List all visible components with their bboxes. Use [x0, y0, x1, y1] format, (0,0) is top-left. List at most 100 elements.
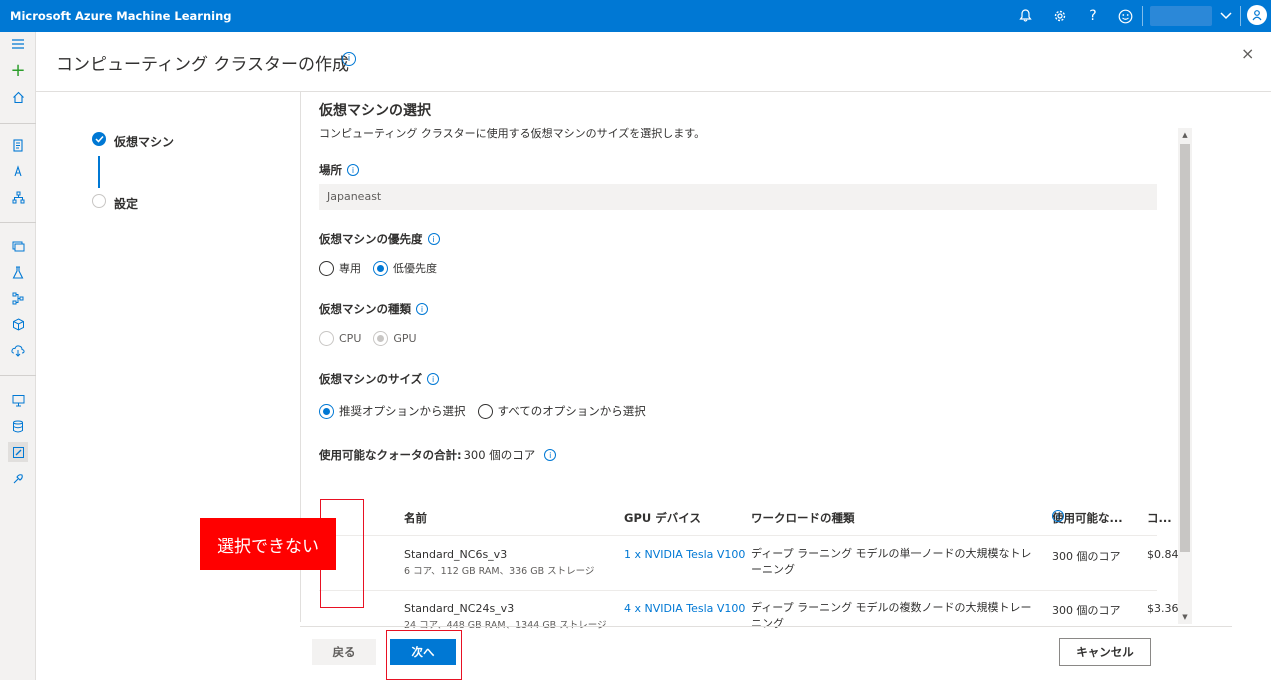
- endpoints-icon[interactable]: [8, 340, 28, 360]
- bell-icon[interactable]: [1015, 6, 1035, 26]
- radio-gpu-label[interactable]: GPU: [393, 332, 416, 345]
- quota-label-text: 使用可能なクォータの合計:: [319, 448, 462, 462]
- plus-icon[interactable]: +: [8, 60, 28, 81]
- step-settings-label[interactable]: 設定: [114, 195, 138, 212]
- annotation-callout: 選択できない: [200, 518, 336, 570]
- create-compute-panel: コンピューティング クラスターの作成 i × 仮想マシン 設定 仮想マシンの選択…: [36, 32, 1271, 680]
- app-title: Microsoft Azure Machine Learning: [10, 9, 232, 23]
- radio-all-options-label[interactable]: すべてのオプションから選択: [498, 403, 646, 419]
- top-bar: Microsoft Azure Machine Learning ?: [0, 0, 1271, 32]
- info-icon[interactable]: i: [427, 233, 440, 245]
- user-avatar-icon[interactable]: [1247, 5, 1267, 25]
- page-title: コンピューティング クラスターの作成: [56, 55, 350, 75]
- vm-type-label: 仮想マシンの種類 i: [319, 301, 428, 317]
- workload-type: ディープ ラーニング モデルの単一ノードの大規模なトレーニング: [751, 547, 1032, 576]
- radio-low-priority[interactable]: [373, 260, 388, 276]
- workload-type: ディープ ラーニング モデルの複数ノードの大規模トレーニング: [751, 601, 1032, 630]
- radio-cpu-label[interactable]: CPU: [339, 332, 361, 345]
- quota-value: 300 個のコア: [463, 448, 536, 462]
- pipelines-icon[interactable]: [8, 288, 28, 308]
- col-gpu-header[interactable]: GPU デバイス: [624, 510, 701, 526]
- col-workload-header[interactable]: ワークロードの種類: [751, 510, 855, 526]
- info-icon[interactable]: i: [347, 164, 359, 176]
- data-labeling-icon[interactable]: [8, 442, 28, 462]
- models-icon[interactable]: [8, 314, 28, 334]
- linked-services-icon[interactable]: [8, 468, 28, 488]
- compute-icon[interactable]: [8, 390, 28, 410]
- vm-table-header: 名前 ↑ GPU デバイス ワークロードの種類 使用可能な... i コ...: [319, 510, 1172, 536]
- annotation-next-box: [386, 630, 462, 680]
- hamburger-icon[interactable]: [8, 34, 28, 54]
- priority-radio-group: 専用 低優先度: [319, 260, 449, 276]
- notebook-icon[interactable]: [8, 135, 28, 155]
- checkmark-icon: [92, 132, 106, 146]
- smiley-icon[interactable]: [1115, 6, 1135, 26]
- home-icon[interactable]: [8, 87, 28, 107]
- footer-divider: [300, 626, 1232, 627]
- nav-divider: [0, 123, 36, 124]
- designer-icon[interactable]: [8, 187, 28, 207]
- vm-specs: 24 コア、448 GB RAM、1344 GB ストレージ: [404, 617, 607, 631]
- divider: [1142, 6, 1143, 26]
- help-icon[interactable]: ?: [1083, 6, 1103, 26]
- radio-dedicated[interactable]: [319, 260, 334, 276]
- info-icon[interactable]: i: [416, 303, 428, 315]
- datastores-icon[interactable]: [8, 416, 28, 436]
- vm-name: Standard_NC24s_v3: [404, 602, 515, 615]
- vm-size-label: 仮想マシンのサイズ i: [319, 371, 440, 387]
- gpu-device-link[interactable]: 1 x NVIDIA Tesla V100: [624, 548, 745, 561]
- available-cores: 300 個のコア: [1052, 604, 1121, 617]
- vm-size-radio-group: 推奨オプションから選択 すべてのオプションから選択: [319, 403, 658, 419]
- gear-icon[interactable]: [1050, 6, 1070, 26]
- experiments-icon[interactable]: [8, 262, 28, 282]
- datasets-icon[interactable]: [8, 236, 28, 256]
- gpu-device-link[interactable]: 4 x NVIDIA Tesla V100: [624, 602, 745, 615]
- vm-specs: 6 コア、112 GB RAM、336 GB ストレージ: [404, 566, 595, 577]
- radio-recommended[interactable]: [319, 403, 334, 419]
- section-title: 仮想マシンの選択: [319, 103, 431, 119]
- section-description: コンピューティング クラスターに使用する仮想マシンのサイズを選択します。: [319, 127, 706, 140]
- location-label-text: 場所: [319, 163, 342, 177]
- scroll-down-icon[interactable]: ▼: [1178, 610, 1192, 624]
- content-scrollbar[interactable]: ▲ ▼: [1178, 128, 1192, 624]
- location-field: Japaneast: [319, 184, 1157, 210]
- nav-divider: [0, 375, 36, 376]
- priority-label: 仮想マシンの優先度 i: [319, 231, 440, 247]
- scroll-up-icon[interactable]: ▲: [1178, 128, 1192, 142]
- radio-dedicated-label[interactable]: 専用: [339, 260, 361, 276]
- radio-low-priority-label[interactable]: 低優先度: [393, 260, 437, 276]
- radio-cpu[interactable]: [319, 331, 334, 346]
- nav-divider: [0, 222, 36, 223]
- back-button[interactable]: 戻る: [312, 639, 376, 665]
- info-icon[interactable]: i: [544, 449, 557, 461]
- location-label: 場所 i: [319, 162, 359, 178]
- vm-selection-form: 仮想マシンの選択 コンピューティング クラスターに使用する仮想マシンのサイズを選…: [319, 92, 1199, 640]
- priority-label-text: 仮想マシンの優先度: [319, 232, 423, 246]
- info-icon[interactable]: i: [1052, 510, 1064, 522]
- chevron-down-icon[interactable]: [1216, 6, 1236, 26]
- vm-type-label-text: 仮想マシンの種類: [319, 302, 411, 316]
- cancel-button[interactable]: キャンセル: [1059, 638, 1151, 666]
- vm-name: Standard_NC6s_v3: [404, 548, 508, 561]
- close-icon[interactable]: ×: [1241, 44, 1254, 63]
- radio-recommended-label[interactable]: 推奨オプションから選択: [339, 403, 466, 419]
- step-progress-line: [98, 156, 100, 188]
- col-cost-label[interactable]: コ...: [1147, 510, 1172, 526]
- vm-size-label-text: 仮想マシンのサイズ: [319, 372, 423, 386]
- vm-type-choices: CPU GPU: [319, 331, 429, 346]
- step-vm-label[interactable]: 仮想マシン: [114, 133, 174, 150]
- left-nav: +: [0, 32, 36, 680]
- scroll-thumb[interactable]: [1180, 144, 1190, 552]
- divider: [1240, 6, 1241, 26]
- info-icon[interactable]: i: [342, 52, 356, 66]
- info-icon[interactable]: i: [427, 373, 440, 385]
- radio-gpu[interactable]: [373, 331, 389, 346]
- available-cores: 300 個のコア: [1052, 550, 1121, 563]
- quota-label: 使用可能なクォータの合計: 300 個のコア i: [319, 447, 557, 463]
- table-row: Standard_NC6s_v3 6 コア、112 GB RAM、336 GB …: [319, 536, 1193, 590]
- radio-all-options[interactable]: [477, 403, 493, 419]
- account-name-redacted[interactable]: [1150, 6, 1212, 26]
- step-pending-icon: [92, 194, 106, 208]
- sort-ascending-icon[interactable]: ↑: [404, 510, 414, 524]
- automl-icon[interactable]: [8, 161, 28, 181]
